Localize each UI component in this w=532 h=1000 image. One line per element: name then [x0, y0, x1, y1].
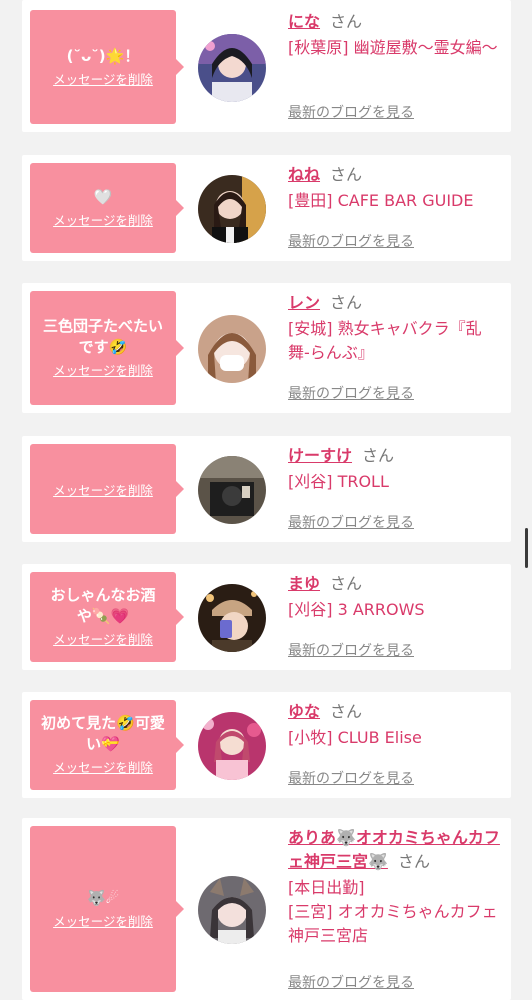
- girl-name-link[interactable]: けーすけ: [288, 446, 352, 465]
- shop-name: [刈谷] TROLL: [288, 472, 389, 491]
- latest-blog-link[interactable]: 最新のブログを見る: [288, 640, 414, 660]
- delete-message-link[interactable]: メッセージを削除: [53, 759, 153, 777]
- delete-message-link[interactable]: メッセージを削除: [53, 631, 153, 649]
- message-text: (˘ᴗ˘)🌟！: [66, 46, 140, 65]
- delete-message-link[interactable]: メッセージを削除: [53, 362, 153, 380]
- message-card: 初めて見た🤣可愛い💝 メッセージを削除 ゆな さん [小牧] CLUB Elise…: [22, 692, 511, 798]
- latest-blog-link[interactable]: 最新のブログを見る: [288, 383, 414, 403]
- avatar[interactable]: [198, 34, 266, 102]
- message-bubble: (˘ᴗ˘)🌟！ メッセージを削除: [30, 10, 184, 124]
- message-card: 🐺☄ メッセージを削除 ありあ🐺オオカミちゃんカフェ神戸三宮🐺 さん [本日出勤]…: [22, 818, 511, 1000]
- latest-blog-link[interactable]: 最新のブログを見る: [288, 512, 414, 532]
- message-card: (˘ᴗ˘)🌟！ メッセージを削除 にな さん [秋葉原] 幽遊屋敷〜霊女編〜 最新…: [22, 0, 511, 132]
- message-text: 三色団子たべたいです🤣: [42, 317, 163, 356]
- girl-name-link[interactable]: レン: [288, 293, 320, 312]
- honorific: さん: [330, 574, 363, 593]
- latest-blog-link[interactable]: 最新のブログを見る: [288, 972, 414, 992]
- message-text: おしゃんなお酒や🍡💗: [50, 586, 156, 625]
- message-card: 三色団子たべたいです🤣 メッセージを削除 レン さん [安城] 熟女キャバクラ『乱…: [22, 283, 511, 413]
- girl-name-link[interactable]: ねね: [288, 165, 320, 184]
- girl-name-link[interactable]: にな: [288, 12, 320, 31]
- message-text: 🐺☄: [86, 888, 120, 907]
- shop-name: [安城] 熟女キャバクラ『乱舞-らんぶ』: [288, 319, 482, 362]
- shop-name: [豊田] CAFE BAR GUIDE: [288, 191, 474, 210]
- message-text: 初めて見た🤣可愛い💝: [41, 714, 165, 753]
- avatar[interactable]: [198, 876, 266, 944]
- message-bubble: おしゃんなお酒や🍡💗 メッセージを削除: [30, 572, 184, 662]
- delete-message-link[interactable]: メッセージを削除: [53, 212, 153, 230]
- avatar[interactable]: [198, 175, 266, 243]
- delete-message-link[interactable]: メッセージを削除: [53, 482, 153, 500]
- latest-blog-link[interactable]: 最新のブログを見る: [288, 102, 414, 122]
- message-bubble: 🤍 メッセージを削除: [30, 163, 184, 253]
- shop-name: [刈谷] 3 ARROWS: [288, 600, 425, 619]
- message-text: 🤍: [93, 187, 113, 206]
- avatar[interactable]: [198, 584, 266, 652]
- avatar[interactable]: [198, 315, 266, 383]
- working-today-status: [本日出勤]: [288, 878, 365, 897]
- delete-message-link[interactable]: メッセージを削除: [53, 71, 153, 89]
- girl-name-link[interactable]: まゆ: [288, 574, 320, 593]
- honorific: さん: [330, 293, 363, 312]
- shop-name: [小牧] CLUB Elise: [288, 728, 422, 747]
- message-bubble: 初めて見た🤣可愛い💝 メッセージを削除: [30, 700, 184, 790]
- girl-name-link[interactable]: ゆな: [288, 702, 320, 721]
- message-bubble: 三色団子たべたいです🤣 メッセージを削除: [30, 291, 184, 405]
- message-bubble: 🐺☄ メッセージを削除: [30, 826, 184, 992]
- honorific: さん: [362, 446, 395, 465]
- shop-name: [秋葉原] 幽遊屋敷〜霊女編〜: [288, 38, 498, 57]
- honorific: さん: [330, 165, 363, 184]
- message-card: メッセージを削除 けーすけ さん [刈谷] TROLL 最新のブログを見る: [22, 436, 511, 542]
- scrollbar-thumb[interactable]: [525, 528, 528, 568]
- honorific: さん: [330, 702, 363, 721]
- honorific: さん: [330, 12, 363, 31]
- delete-message-link[interactable]: メッセージを削除: [53, 913, 153, 931]
- avatar[interactable]: [198, 712, 266, 780]
- message-bubble: メッセージを削除: [30, 444, 184, 534]
- shop-name: [三宮] オオカミちゃんカフェ神戸三宮店: [288, 902, 498, 945]
- latest-blog-link[interactable]: 最新のブログを見る: [288, 768, 414, 788]
- honorific: さん: [397, 852, 430, 871]
- message-card: おしゃんなお酒や🍡💗 メッセージを削除 まゆ さん [刈谷] 3 ARROWS 最…: [22, 564, 511, 670]
- avatar[interactable]: [198, 456, 266, 524]
- message-card: 🤍 メッセージを削除 ねね さん [豊田] CAFE BAR GUIDE 最新のブ…: [22, 155, 511, 261]
- girl-name-link[interactable]: ありあ🐺オオカミちゃんカフェ神戸三宮🐺: [288, 828, 500, 871]
- latest-blog-link[interactable]: 最新のブログを見る: [288, 231, 414, 251]
